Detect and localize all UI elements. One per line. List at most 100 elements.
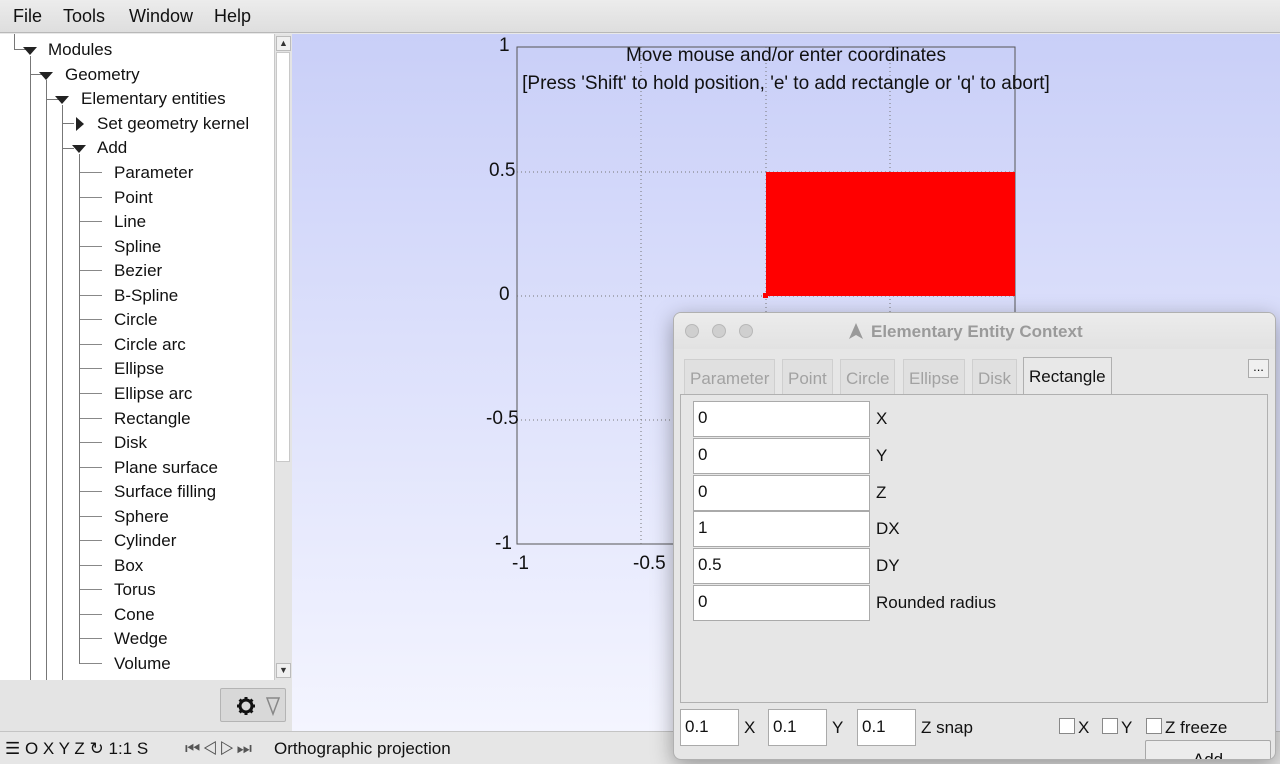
rectangle-panel: 0 X 0 Y 0 Z 1 DX 0.5 DY 0 Rounded radius Add [680,394,1271,759]
snap-z-input[interactable]: 0.1 [857,709,916,746]
tree-connector [80,515,102,517]
expand-kernel-icon[interactable] [76,117,84,131]
tree-item-disk[interactable]: Disk [114,433,147,453]
options-button[interactable] [220,688,286,722]
menu-file[interactable]: File [13,6,42,27]
tree-connector [80,245,102,247]
field-dy-input[interactable]: 0.5 [693,548,870,585]
y-tick-neg0.5: -0.5 [486,408,519,429]
filter-icon [265,697,281,717]
close-window-icon[interactable] [685,324,699,338]
field-rounded-radius-input[interactable]: 0 [693,585,870,621]
collapse-modules-icon[interactable] [23,47,37,55]
tree-item-circle-arc[interactable]: Circle arc [114,335,186,355]
tab-parameter[interactable]: Parameter [684,359,776,394]
dialog-title: Elementary Entity Context [871,322,1083,341]
freeze-y-checkbox[interactable] [1102,718,1118,734]
zoom-window-icon[interactable] [739,324,753,338]
more-button[interactable]: ... [1248,359,1269,378]
tree-add[interactable]: Add [97,138,127,158]
tree-connector [80,589,102,591]
tree-item-ellipse-arc[interactable]: Ellipse arc [114,384,192,404]
tab-disk[interactable]: Disk [972,359,1018,394]
tree-elementary-entities[interactable]: Elementary entities [81,89,226,109]
collapse-add-icon[interactable] [72,145,86,153]
field-y-input[interactable]: 0 [693,437,870,474]
freeze-y-label: Y [1121,718,1133,737]
elementary-entity-dialog: Elementary Entity Context Parameter Poin… [673,312,1276,760]
menu-help[interactable]: Help [214,6,251,27]
tree-item-torus[interactable]: Torus [114,580,156,600]
tree-connector [80,638,102,640]
minimize-window-icon[interactable] [712,324,726,338]
tree-item-sphere[interactable]: Sphere [114,507,169,527]
tree-item-bezier[interactable]: Bezier [114,261,162,281]
field-dx-input[interactable]: 1 [693,511,870,548]
tree-connector [80,392,102,394]
field-label: Rounded radius [876,593,997,612]
tree-connector [80,221,102,223]
dialog-titlebar[interactable]: Elementary Entity Context [674,313,1275,349]
scroll-thumb[interactable] [276,52,290,462]
tree-modules[interactable]: Modules [48,40,112,60]
tree-connector [80,343,102,345]
menu-window[interactable]: Window [129,6,193,27]
tree-connector [80,540,102,542]
scroll-up-icon[interactable]: ▲ [276,36,291,51]
tab-ellipse[interactable]: Ellipse [903,359,966,394]
freeze-x-label: X [1078,718,1090,737]
tree-set-geometry-kernel[interactable]: Set geometry kernel [97,114,249,134]
field-label: Z [876,482,887,502]
tree-connector [80,368,102,370]
tab-rectangle[interactable]: Rectangle [1023,357,1112,394]
snap-x-input[interactable]: 0.1 [680,709,739,746]
freeze-z-checkbox[interactable] [1146,718,1162,734]
tree-connector [80,564,102,566]
tree-item-b-spline[interactable]: B-Spline [114,286,178,306]
scroll-down-icon[interactable]: ▼ [276,663,291,678]
collapse-elementary-icon[interactable] [55,96,69,104]
tree-item-wedge[interactable]: Wedge [114,629,168,649]
module-tree: Modules Geometry Elementary entities Set… [0,34,274,680]
tree-geometry[interactable]: Geometry [65,65,140,85]
tree-item-volume[interactable]: Volume [114,654,171,674]
snap-x-label: X [744,718,756,737]
menu-bar: File Tools Window Help [0,0,1280,33]
tab-circle[interactable]: Circle [840,359,896,394]
field-x-input[interactable]: 0 [693,401,870,437]
field-z-input[interactable]: 0 [693,474,870,511]
menu-tools[interactable]: Tools [63,6,105,27]
tree-item-box[interactable]: Box [114,556,143,576]
tree-item-surface-filling[interactable]: Surface filling [114,482,216,502]
tree-connector [80,466,102,468]
point-marker [763,293,768,298]
playback-icons[interactable]: ⏮◁▷⏭ [185,739,254,759]
tree-item-cone[interactable]: Cone [114,605,155,625]
freeze-z-label: Z freeze [1165,718,1228,737]
tree-item-point[interactable]: Point [114,188,153,208]
y-tick-0: 0 [499,284,510,305]
tree-item-plane-surface[interactable]: Plane surface [114,458,218,478]
tree-item-line[interactable]: Line [114,212,146,232]
tree-item-spline[interactable]: Spline [114,237,161,257]
tree-item-cylinder[interactable]: Cylinder [114,531,176,551]
message-line-1: Move mouse and/or enter coordinates [625,45,946,66]
y-tick-0.5: 0.5 [489,160,516,181]
status-message: Orthographic projection [274,739,451,758]
tree-item-ellipse[interactable]: Ellipse [114,359,164,379]
tree-connector [80,294,102,296]
tree-item-circle[interactable]: Circle [114,310,157,330]
tree-item-parameter[interactable]: Parameter [114,163,193,183]
snap-y-input[interactable]: 0.1 [768,709,827,746]
add-button[interactable]: Add [1145,740,1271,759]
tree-item-rectangle[interactable]: Rectangle [114,409,191,429]
tab-point[interactable]: Point [782,359,833,394]
freeze-x-checkbox[interactable] [1059,718,1075,734]
tree-connector [80,417,102,419]
snap-y-label: Y [832,718,844,737]
collapse-geometry-icon[interactable] [39,72,53,80]
view-toolbar-icons[interactable]: ☰ O X Y Z ↻ 1:1 S [5,739,148,759]
field-label: DY [876,556,900,576]
y-tick-neg1: -1 [495,533,512,554]
tree-connector [80,491,102,493]
